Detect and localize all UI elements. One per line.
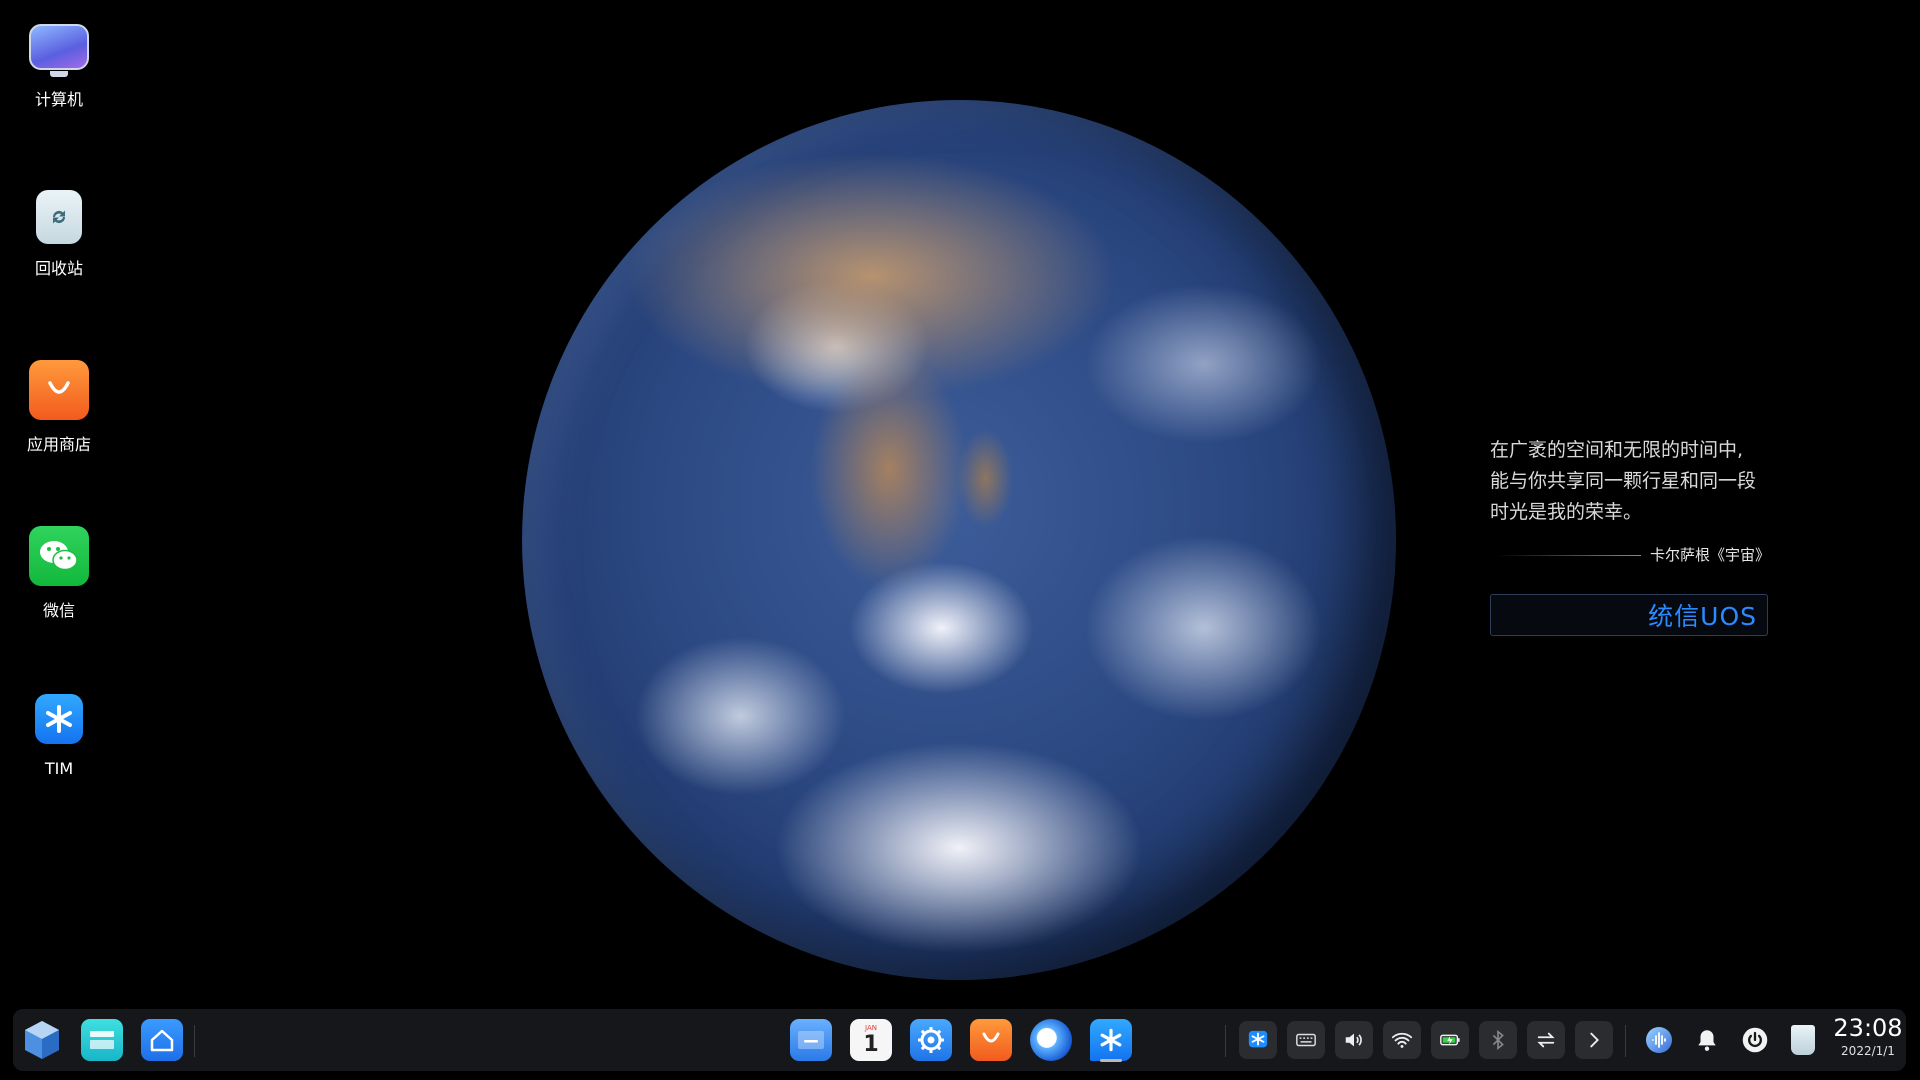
volume-icon <box>1345 1033 1362 1047</box>
tray-wifi[interactable] <box>1383 1021 1421 1059</box>
taskbar: JAN 1 23:08 2022/1/1 <box>13 1009 1906 1071</box>
calendar-icon: JAN 1 <box>850 1019 892 1061</box>
desktop-icon-trash[interactable]: 回收站 <box>14 190 104 282</box>
brand-text: 统信UOS <box>1648 602 1757 631</box>
tim-tray-icon <box>1248 1030 1268 1048</box>
desktop-icon-label: TIM <box>44 759 74 778</box>
tray-volume[interactable] <box>1335 1021 1373 1059</box>
calendar-button[interactable]: JAN 1 <box>847 1016 895 1064</box>
tray-battery[interactable] <box>1431 1021 1469 1059</box>
tray-transfer[interactable] <box>1527 1021 1565 1059</box>
clock-date: 2022/1/1 <box>1841 1044 1895 1058</box>
desktop-icon-tim[interactable]: TIM <box>14 694 104 782</box>
show-desktop-button[interactable] <box>138 1016 186 1064</box>
tray-bluetooth[interactable] <box>1479 1021 1517 1059</box>
desktop-icon-label: 应用商店 <box>26 435 91 454</box>
launcher-icon <box>21 1019 63 1061</box>
app-store-icon <box>29 360 89 420</box>
file-manager-button[interactable] <box>787 1016 835 1064</box>
uos-brand-logo: 统信UOS <box>1490 594 1768 636</box>
tray-expand[interactable] <box>1575 1021 1613 1059</box>
earth-wallpaper <box>522 100 1396 980</box>
clock-time: 23:08 <box>1833 1014 1903 1042</box>
quote-author: 卡尔萨根《宇宙》 <box>1649 546 1770 564</box>
desktop-icon-label: 回收站 <box>34 259 83 278</box>
desktop[interactable]: 计算机 回收站 应用商店 微信 TIM 在广袤的空间和无限的时间中, 能与你共享… <box>0 0 1920 1080</box>
control-center-button[interactable] <box>907 1016 955 1064</box>
wallpaper-quote: 在广袤的空间和无限的时间中, 能与你共享同一颗行星和同一段 时光是我的荣幸。 <box>1490 435 1790 528</box>
keyboard-icon <box>1296 1033 1316 1047</box>
trash-icon <box>1791 1025 1815 1055</box>
wechat-icon <box>29 526 89 586</box>
wifi-icon <box>1391 1032 1413 1048</box>
app-store-icon <box>970 1019 1012 1061</box>
desktop-icon-wechat[interactable]: 微信 <box>14 526 104 624</box>
battery-icon <box>1440 1034 1460 1046</box>
notification-button[interactable] <box>1683 1016 1731 1064</box>
desktop-icon-app-store[interactable]: 应用商店 <box>14 360 104 458</box>
taskbar-separator <box>1225 1025 1226 1057</box>
power-icon <box>1742 1027 1768 1053</box>
transfer-icon <box>1537 1032 1555 1048</box>
tim-icon <box>35 694 83 744</box>
quote-line-2: 能与你共享同一颗行星和同一段 <box>1490 470 1757 492</box>
bluetooth-icon <box>1492 1030 1504 1050</box>
desktop-icon-label: 微信 <box>42 601 75 620</box>
notification-bell-icon <box>1698 1030 1716 1051</box>
voice-assistant-icon <box>1646 1027 1672 1053</box>
app-store-button[interactable] <box>967 1016 1015 1064</box>
control-center-icon <box>910 1019 952 1061</box>
multitasking-view-button[interactable] <box>78 1016 126 1064</box>
trash-icon <box>36 190 82 244</box>
tim-taskbar-button[interactable] <box>1087 1016 1135 1064</box>
tray-tim[interactable] <box>1239 1021 1277 1059</box>
show-desktop-icon <box>141 1019 183 1061</box>
power-button[interactable] <box>1731 1016 1779 1064</box>
browser-button[interactable] <box>1027 1016 1075 1064</box>
quote-line-3: 时光是我的荣幸。 <box>1490 501 1643 523</box>
browser-icon <box>1030 1019 1072 1061</box>
tim-icon <box>1090 1019 1132 1061</box>
desktop-icon-label: 计算机 <box>34 90 83 109</box>
tray-keyboard[interactable] <box>1287 1021 1325 1059</box>
quote-line-1: 在广袤的空间和无限的时间中, <box>1490 439 1744 461</box>
desktop-icon-computer[interactable]: 计算机 <box>14 24 104 113</box>
expand-tray-icon <box>1590 1032 1599 1048</box>
trash-taskbar-button[interactable] <box>1779 1016 1827 1064</box>
file-manager-icon <box>790 1019 832 1061</box>
taskbar-separator <box>1625 1025 1626 1057</box>
multitasking-view-icon <box>81 1019 123 1061</box>
running-indicator <box>1100 1059 1122 1062</box>
calendar-day: 1 <box>863 1031 879 1057</box>
clock[interactable]: 23:08 2022/1/1 <box>1823 1013 1913 1059</box>
computer-icon <box>29 24 89 70</box>
voice-assistant-button[interactable] <box>1635 1016 1683 1064</box>
monitor-stand <box>50 71 68 77</box>
launcher-button[interactable] <box>18 1016 66 1064</box>
taskbar-separator <box>194 1025 195 1057</box>
